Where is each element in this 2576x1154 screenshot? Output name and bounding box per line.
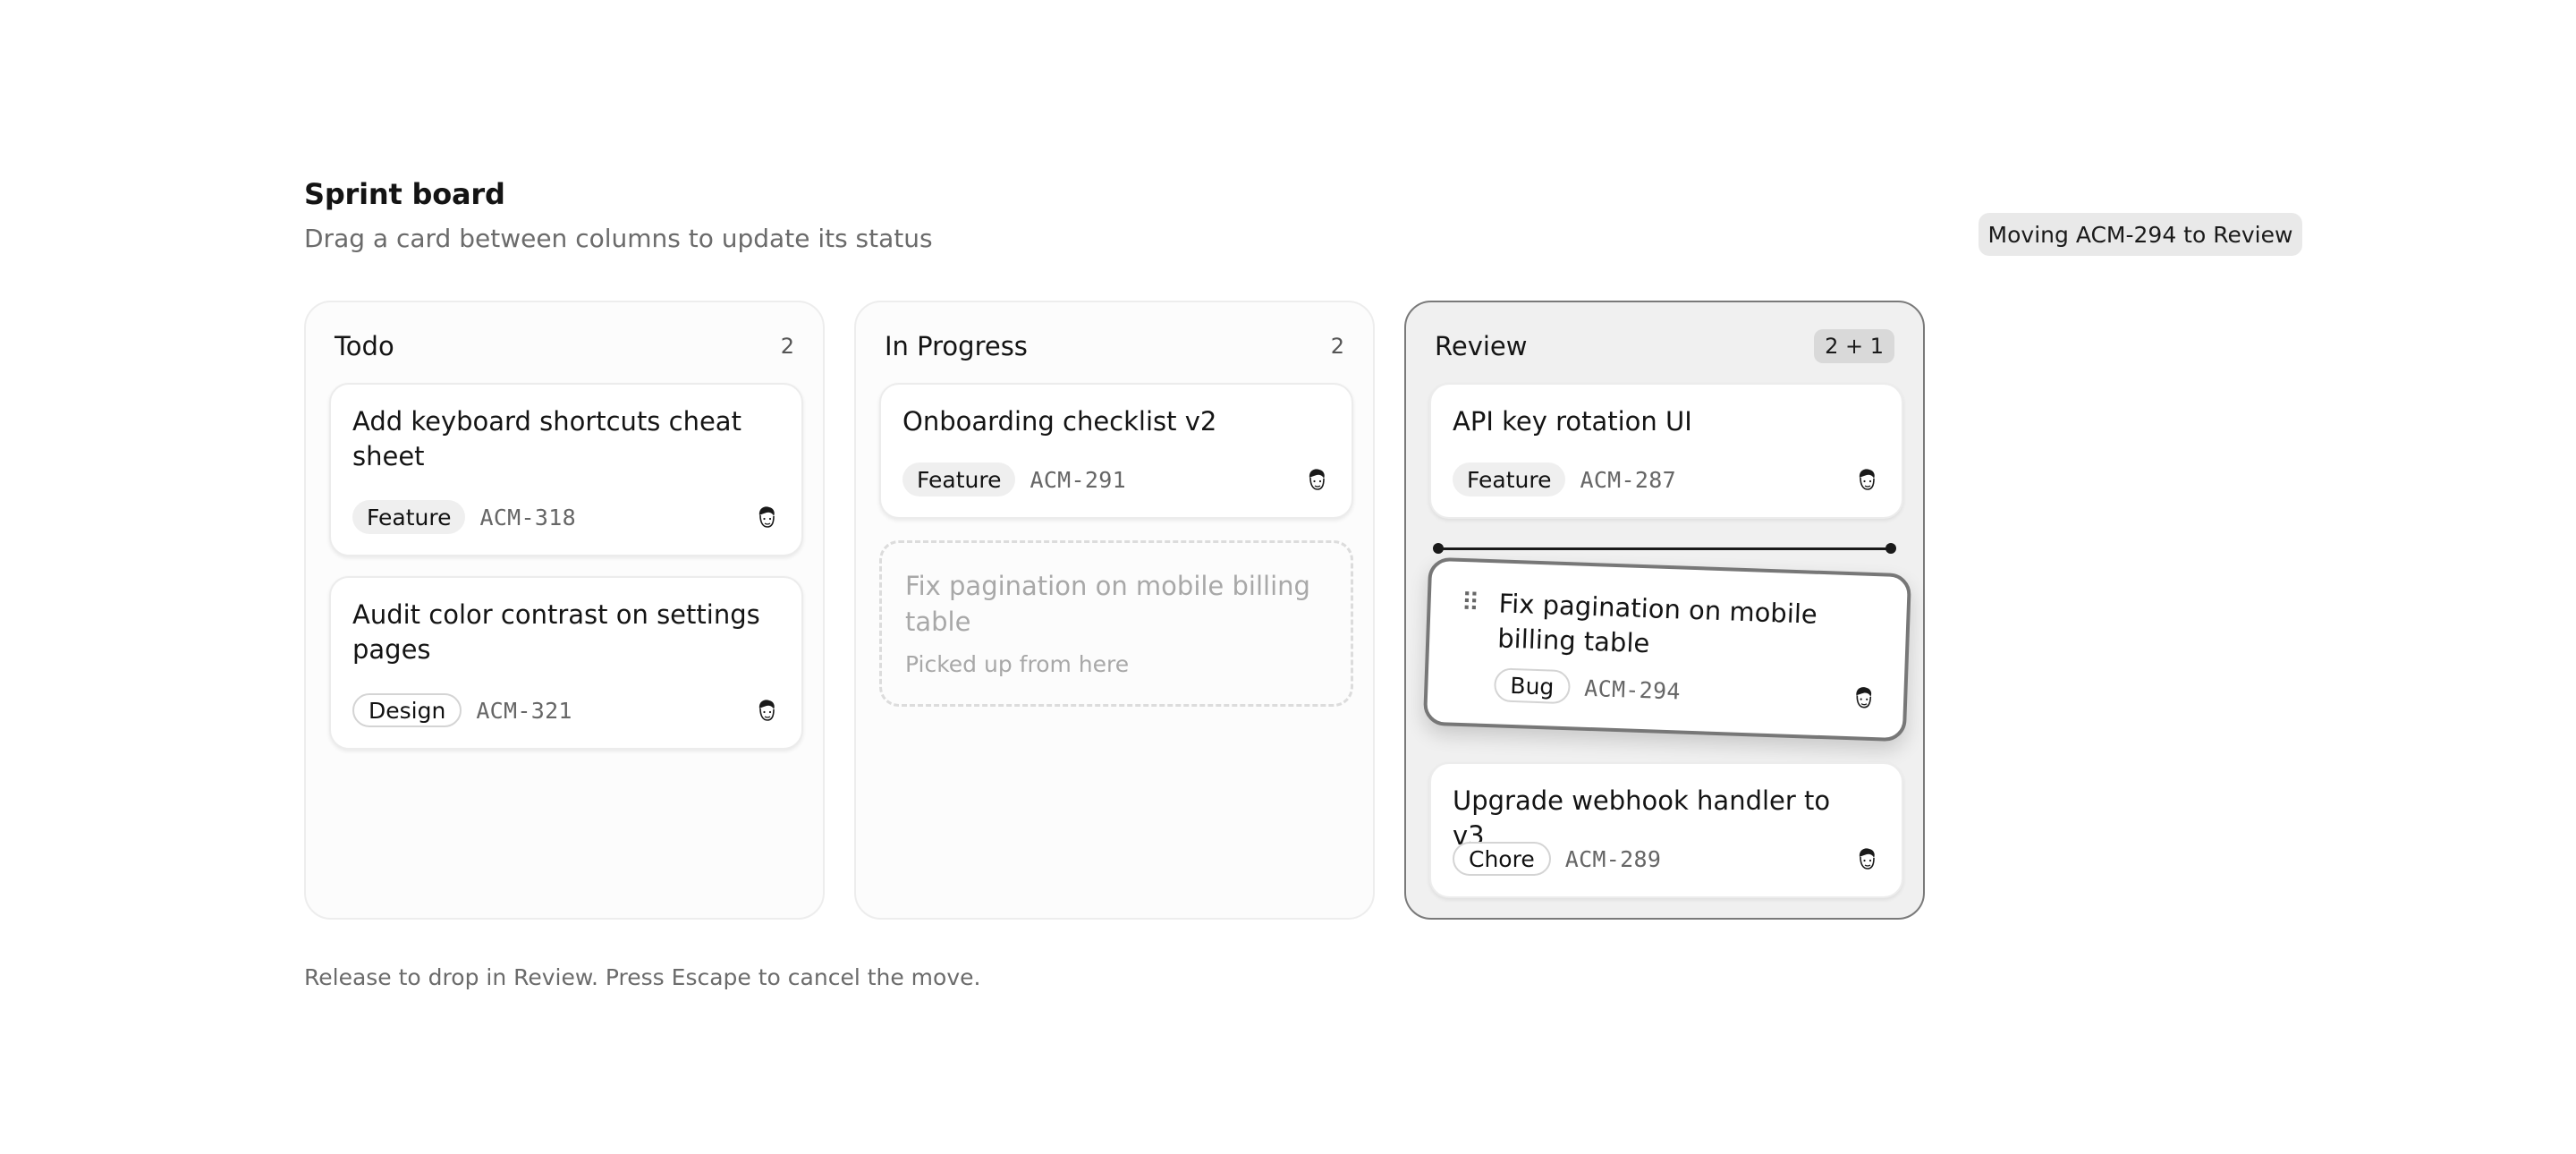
drop-indicator-end-dot bbox=[1885, 543, 1896, 554]
card-title: Audit color contrast on settings pages bbox=[352, 599, 760, 665]
drop-indicator-line bbox=[1442, 547, 1887, 550]
card-title: Fix pagination on mobile billing table bbox=[1496, 588, 1818, 659]
card-tag: Feature bbox=[352, 500, 466, 534]
card-meta: Bug ACM-294 bbox=[1493, 666, 1877, 716]
drag-handle-icon[interactable]: ⠿ bbox=[1461, 588, 1480, 618]
card-tag: Feature bbox=[902, 462, 1016, 496]
card-tag: Bug bbox=[1493, 667, 1571, 705]
column-title: In Progress bbox=[885, 331, 1028, 361]
avatar-icon bbox=[1853, 845, 1880, 872]
column-review[interactable]: Review 2 + 1 API key rotation UI Feature… bbox=[1404, 301, 1925, 920]
placeholder-note: Picked up from here bbox=[905, 651, 1130, 677]
avatar-icon bbox=[1303, 466, 1330, 493]
card-meta: Feature ACM-318 bbox=[352, 499, 780, 535]
card-title: API key rotation UI bbox=[1453, 406, 1692, 437]
drop-indicator bbox=[1433, 542, 1896, 555]
drag-status-badge: Moving ACM-294 to Review bbox=[1979, 213, 2302, 256]
issue-id: ACM-291 bbox=[1030, 466, 1126, 493]
issue-id: ACM-321 bbox=[476, 697, 572, 724]
page-subtitle: Drag a card between columns to update it… bbox=[304, 224, 933, 253]
task-card[interactable]: API key rotation UI Feature ACM-287 bbox=[1429, 383, 1903, 519]
dragging-card[interactable]: ⠿ Fix pagination on mobile billing table… bbox=[1422, 556, 1912, 742]
card-meta: Chore ACM-289 bbox=[1453, 841, 1880, 877]
drag-origin-placeholder: Fix pagination on mobile billing table P… bbox=[879, 540, 1353, 707]
avatar-icon bbox=[753, 697, 780, 724]
page-title: Sprint board bbox=[304, 177, 505, 211]
task-card[interactable]: Onboarding checklist v2 Feature ACM-291 bbox=[879, 383, 1353, 519]
card-tag: Feature bbox=[1453, 462, 1566, 496]
column-in-progress[interactable]: In Progress 2 Onboarding checklist v2 Fe… bbox=[854, 301, 1375, 920]
card-title: Onboarding checklist v2 bbox=[902, 406, 1217, 437]
column-count: 2 bbox=[780, 334, 794, 359]
column-count: 2 + 1 bbox=[1814, 329, 1894, 363]
avatar-icon bbox=[753, 504, 780, 530]
card-title: Add keyboard shortcuts cheat sheet bbox=[352, 406, 741, 471]
issue-id: ACM-294 bbox=[1583, 675, 1682, 705]
issue-id: ACM-289 bbox=[1564, 845, 1662, 872]
column-title: Todo bbox=[335, 331, 394, 361]
card-tag: Chore bbox=[1453, 842, 1551, 876]
task-card[interactable]: Upgrade webhook handler to v3 Chore ACM-… bbox=[1429, 762, 1903, 898]
column-todo[interactable]: Todo 2 Add keyboard shortcuts cheat shee… bbox=[304, 301, 825, 920]
card-tag: Design bbox=[352, 693, 462, 727]
column-count: 2 bbox=[1330, 334, 1344, 359]
issue-id: ACM-287 bbox=[1580, 466, 1676, 493]
task-card[interactable]: Add keyboard shortcuts cheat sheet Featu… bbox=[329, 383, 803, 556]
card-meta: Feature ACM-291 bbox=[902, 462, 1330, 497]
issue-id: ACM-318 bbox=[479, 504, 576, 530]
column-header: In Progress 2 bbox=[885, 327, 1344, 365]
card-meta: Design ACM-321 bbox=[352, 692, 780, 728]
column-header: Todo 2 bbox=[335, 327, 794, 365]
footer-hint: Release to drop in Review. Press Escape … bbox=[304, 964, 981, 990]
column-title: Review bbox=[1435, 331, 1528, 361]
avatar-icon bbox=[1853, 466, 1880, 493]
column-header: Review 2 + 1 bbox=[1435, 327, 1894, 365]
avatar-icon bbox=[1850, 683, 1877, 711]
task-card[interactable]: Audit color contrast on settings pages D… bbox=[329, 576, 803, 750]
placeholder-title: Fix pagination on mobile billing table bbox=[905, 571, 1310, 637]
card-meta: Feature ACM-287 bbox=[1453, 462, 1880, 497]
